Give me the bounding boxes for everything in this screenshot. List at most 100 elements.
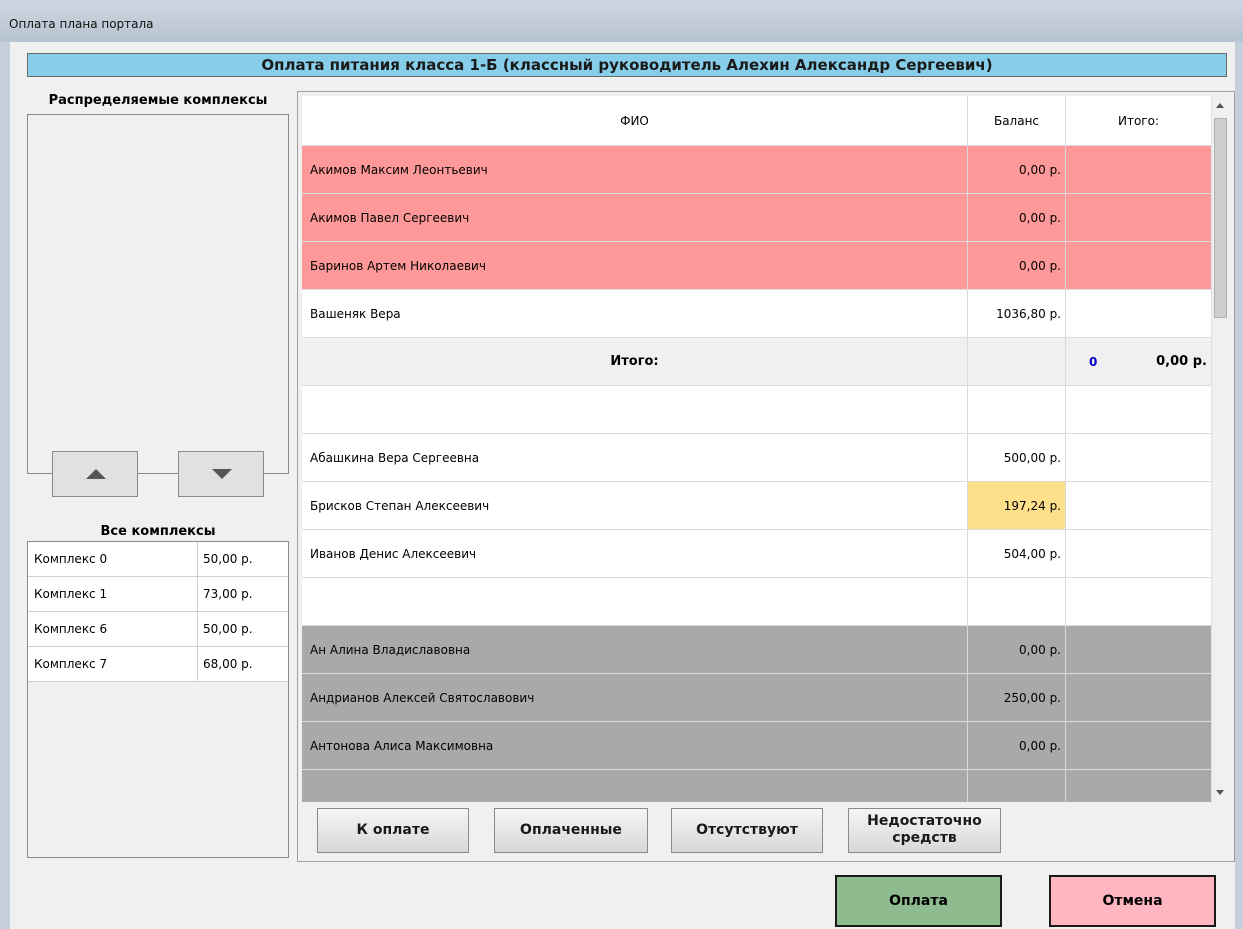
empty-cell [1066,386,1211,433]
table-row[interactable]: Абашкина Вера Сергеевна 500,00 р. [302,434,1211,482]
student-balance: 1036,80 р. [968,290,1066,337]
empty-cell [968,386,1066,433]
distributed-complexes-label: Распределяемые комплексы [48,93,268,108]
table-row[interactable]: Баринов Артем Николаевич 0,00 р. [302,242,1211,290]
student-name: Баринов Артем Николаевич [302,242,968,289]
student-total [1066,482,1211,529]
complex-name: Комплекс 1 [28,577,198,611]
separator-row [302,578,1211,626]
table-row[interactable]: Акимов Максим Леонтьевич 0,00 р. [302,146,1211,194]
student-balance: 0,00 р. [968,242,1066,289]
empty-cell [968,578,1066,625]
table-row[interactable]: Антонова Алиса Максимовна 0,00 р. [302,722,1211,770]
filter-insufficient-button[interactable]: Недостаточно средств [848,808,1001,853]
all-complexes-label: Все комплексы [100,524,216,539]
student-balance: 0,00 р. [968,626,1066,673]
arrow-up-icon [86,469,106,479]
cancel-button[interactable]: Отмена [1049,875,1216,927]
student-total [1066,242,1211,289]
title-bar: Оплата плана портала [0,0,1243,42]
filter-topay-label: К оплате [356,822,430,838]
complex-name: Комплекс 7 [28,647,198,681]
total-balance [968,338,1066,385]
move-down-button[interactable] [178,451,264,497]
scroll-up-icon[interactable] [1216,103,1224,108]
filter-paid-button[interactable]: Оплаченные [494,808,648,853]
empty-cell [302,578,968,625]
student-total [1066,290,1211,337]
window-left-border [0,42,10,929]
complex-name: Комплекс 6 [28,612,198,646]
grid-header: ФИО Баланс Итого: [302,96,1211,146]
student-name: Андрианов Алексей Святославович [302,674,968,721]
filter-insufficient-label-2: средств [892,830,957,846]
complex-price: 50,00 р. [203,622,253,636]
dialog-client-area: Оплата питания класса 1-Б (классный руко… [10,42,1235,929]
empty-cell [302,386,968,433]
complex-price: 73,00 р. [203,587,253,601]
table-row[interactable] [302,770,1211,802]
students-panel: ФИО Баланс Итого: Акимов Максим Леонтьев… [297,91,1235,862]
student-name: Абашкина Вера Сергеевна [302,434,968,481]
table-row[interactable]: Вашеняк Вера 1036,80 р. [302,290,1211,338]
scroll-down-icon[interactable] [1216,790,1224,795]
all-complexes-list[interactable]: Комплекс 0 50,00 р. Комплекс 1 73,00 р. Ко… [27,541,289,858]
table-row[interactable]: Ан Алина Владиславовна 0,00 р. [302,626,1211,674]
student-total [1066,530,1211,577]
student-balance: 250,00 р. [968,674,1066,721]
complex-name: Комплекс 0 [28,542,198,576]
student-total [1066,770,1211,802]
student-name [302,770,968,802]
filter-insufficient-label-1: Недостаточно [867,813,982,829]
table-row[interactable]: Иванов Денис Алексеевич 504,00 р. [302,530,1211,578]
grid-scrollbar[interactable] [1211,96,1228,802]
empty-cell [1066,578,1211,625]
student-total [1066,194,1211,241]
student-name: Антонова Алиса Максимовна [302,722,968,769]
filter-topay-button[interactable]: К оплате [317,808,469,853]
complex-row[interactable]: Комплекс 7 68,00 р. [28,647,288,682]
student-total [1066,674,1211,721]
pay-button[interactable]: Оплата [835,875,1002,927]
student-balance: 0,00 р. [968,194,1066,241]
student-balance [968,770,1066,802]
student-total [1066,146,1211,193]
student-name: Акимов Павел Сергеевич [302,194,968,241]
window-title: Оплата плана портала [9,17,154,31]
student-name: Ан Алина Владиславовна [302,626,968,673]
student-balance: 0,00 р. [968,146,1066,193]
distributed-complexes-list[interactable] [27,114,289,474]
student-name: Брисков Степан Алексеевич [302,482,968,529]
arrow-down-icon [212,469,232,479]
filter-paid-label: Оплаченные [520,822,622,838]
total-count: 0 [1089,354,1098,369]
student-balance: 197,24 р. [968,482,1066,529]
column-header-balance[interactable]: Баланс [968,96,1066,145]
column-header-total[interactable]: Итого: [1066,96,1211,145]
total-cell: 0 0,00 р. [1066,338,1211,385]
student-balance: 500,00 р. [968,434,1066,481]
filter-absent-button[interactable]: Отсутствуют [671,808,823,853]
complex-row[interactable]: Комплекс 6 50,00 р. [28,612,288,647]
separator-row [302,386,1211,434]
scroll-thumb[interactable] [1214,118,1227,318]
table-row[interactable]: Андрианов Алексей Святославович 250,00 р… [302,674,1211,722]
student-total [1066,626,1211,673]
students-grid[interactable]: ФИО Баланс Итого: Акимов Максим Леонтьев… [302,96,1211,802]
student-name: Иванов Денис Алексеевич [302,530,968,577]
table-row[interactable]: Брисков Степан Алексеевич 197,24 р. [302,482,1211,530]
student-balance: 0,00 р. [968,722,1066,769]
student-balance: 504,00 р. [968,530,1066,577]
class-header: Оплата питания класса 1-Б (классный руко… [27,53,1227,77]
complex-price: 50,00 р. [203,552,253,566]
student-name: Акимов Максим Леонтьевич [302,146,968,193]
complex-row[interactable]: Комплекс 1 73,00 р. [28,577,288,612]
filter-absent-label: Отсутствуют [696,822,798,838]
table-row[interactable]: Акимов Павел Сергеевич 0,00 р. [302,194,1211,242]
move-up-button[interactable] [52,451,138,497]
complex-row[interactable]: Комплекс 0 50,00 р. [28,542,288,577]
column-header-fio[interactable]: ФИО [302,96,968,145]
total-label: Итого: [302,338,968,385]
student-total [1066,434,1211,481]
window-right-border [1235,42,1243,929]
